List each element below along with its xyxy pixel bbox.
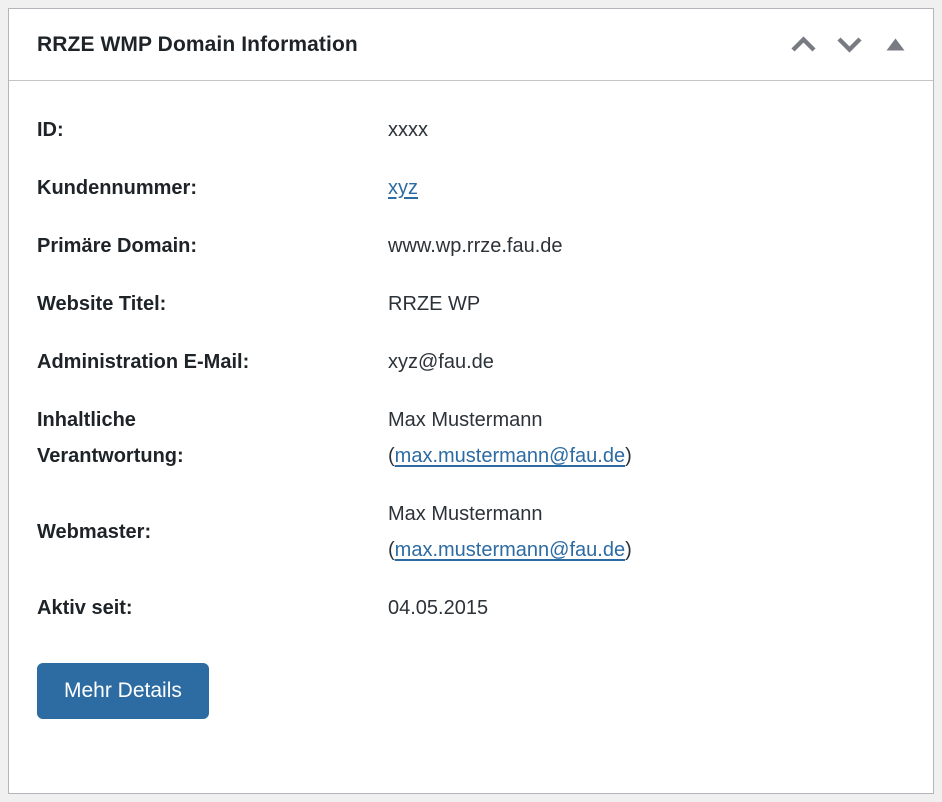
info-label: Aktiv seit: <box>37 579 388 637</box>
info-label: ID: <box>37 101 388 159</box>
person-email-line: (max.mustermann@fau.de) <box>388 438 905 474</box>
person-name: Max Mustermann <box>388 496 905 532</box>
person-name: Max Mustermann <box>388 402 905 438</box>
info-value: xxxx <box>388 101 905 159</box>
chevron-up-icon <box>790 36 817 53</box>
info-row: Administration E-Mail:xyz@fau.de <box>37 333 905 391</box>
panel-title: RRZE WMP Domain Information <box>37 33 358 57</box>
info-value: xyz@fau.de <box>388 333 905 391</box>
info-value: Max Mustermann(max.mustermann@fau.de) <box>388 391 905 485</box>
info-value-text: xyz@fau.de <box>388 351 494 373</box>
info-row: Kundennummer:xyz <box>37 159 905 217</box>
info-value-text: www.wp.rrze.fau.de <box>388 235 563 257</box>
panel-body: ID:xxxxKundennummer:xyzPrimäre Domain:ww… <box>9 81 933 793</box>
move-up-button[interactable] <box>783 25 823 65</box>
more-details-button[interactable]: Mehr Details <box>37 663 209 719</box>
person-email-link[interactable]: max.mustermann@fau.de <box>395 539 625 561</box>
info-row: Inhaltliche Verantwortung:Max Mustermann… <box>37 391 905 485</box>
info-label: Webmaster: <box>37 485 388 579</box>
info-value-text: 04.05.2015 <box>388 597 488 619</box>
info-value: xyz <box>388 159 905 217</box>
chevron-down-icon <box>836 36 863 53</box>
info-row: Webmaster:Max Mustermann(max.mustermann@… <box>37 485 905 579</box>
info-value: RRZE WP <box>388 275 905 333</box>
info-value: Max Mustermann(max.mustermann@fau.de) <box>388 485 905 579</box>
info-row: ID:xxxx <box>37 101 905 159</box>
panel-header: RRZE WMP Domain Information <box>9 9 933 81</box>
info-value-link[interactable]: xyz <box>388 177 418 199</box>
info-label: Administration E-Mail: <box>37 333 388 391</box>
info-row: Primäre Domain:www.wp.rrze.fau.de <box>37 217 905 275</box>
move-down-button[interactable] <box>829 25 869 65</box>
info-label: Kundennummer: <box>37 159 388 217</box>
domain-info-rows: ID:xxxxKundennummer:xyzPrimäre Domain:ww… <box>37 101 905 637</box>
info-value-text: RRZE WP <box>388 293 480 315</box>
toggle-panel-button[interactable] <box>875 25 915 65</box>
info-row: Website Titel:RRZE WP <box>37 275 905 333</box>
info-label: Inhaltliche Verantwortung: <box>37 391 388 485</box>
domain-info-table: ID:xxxxKundennummer:xyzPrimäre Domain:ww… <box>37 101 905 637</box>
person-email-line: (max.mustermann@fau.de) <box>388 532 905 568</box>
info-value: www.wp.rrze.fau.de <box>388 217 905 275</box>
info-label: Primäre Domain: <box>37 217 388 275</box>
info-value-text: xxxx <box>388 119 428 141</box>
info-value: 04.05.2015 <box>388 579 905 637</box>
panel-handle-actions <box>783 25 915 65</box>
info-label: Website Titel: <box>37 275 388 333</box>
info-row: Aktiv seit:04.05.2015 <box>37 579 905 637</box>
domain-information-panel: RRZE WMP Domain Information <box>8 8 934 794</box>
triangle-up-icon <box>886 38 905 51</box>
person-email-link[interactable]: max.mustermann@fau.de <box>395 445 625 467</box>
